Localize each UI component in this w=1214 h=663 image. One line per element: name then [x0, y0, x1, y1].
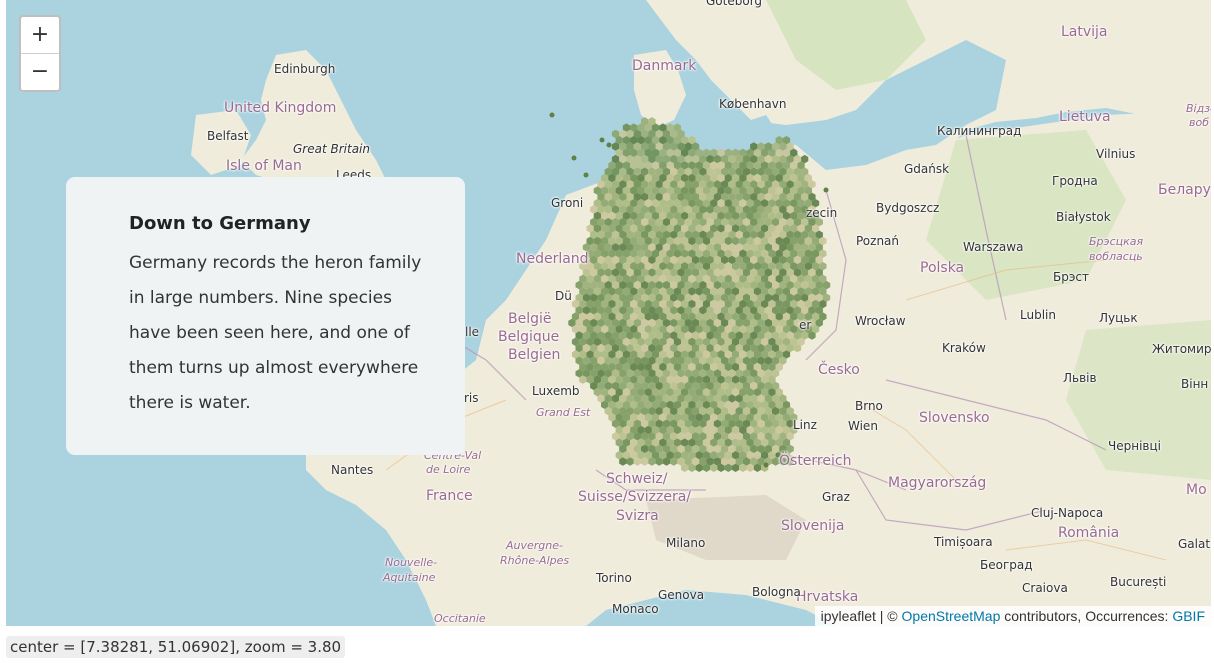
- zoom-in-button[interactable]: +: [21, 17, 59, 53]
- map-label-vob: воб: [1189, 116, 1209, 129]
- map-label-rhone: Rhône-Alpes: [500, 554, 570, 567]
- info-card: Down to Germany Germany records the hero…: [66, 177, 465, 455]
- map-label-dusseldorf: Dü: [555, 289, 572, 303]
- map-label-vilnius: Vilnius: [1096, 147, 1136, 161]
- hex-outlier: [583, 172, 589, 178]
- hex-outlier: [571, 155, 577, 161]
- map-label-beograd: Београд: [980, 558, 1033, 572]
- map-label-galat: Galat: [1178, 537, 1211, 551]
- map-label-zhytomyr: Житомир: [1152, 342, 1211, 356]
- map-label-danmark: Danmark: [632, 58, 697, 74]
- gbif-link[interactable]: GBIF: [1172, 608, 1205, 624]
- map-label-united-kingdom: United Kingdom: [224, 100, 337, 116]
- map-label-suisse: Suisse/Svizzera/: [578, 489, 691, 505]
- map-label-great-britain: Great Britain: [293, 142, 370, 156]
- map-label-nouvelle: Nouvelle-: [385, 556, 438, 569]
- attribution: ipyleaflet | © OpenStreetMap contributor…: [814, 606, 1211, 626]
- map-label-timisoara: Timișoara: [934, 535, 993, 549]
- map-label-polska: Polska: [920, 260, 965, 276]
- map-label-berlin-area: er: [799, 318, 812, 332]
- map-label-bialystok: Białystok: [1056, 210, 1111, 224]
- map-label-craiova: Craiova: [1022, 581, 1068, 595]
- map-view[interactable]: Göteborg Latvija Edinburgh Danmark Unite…: [6, 0, 1211, 626]
- map-label-cesko: Česko: [818, 362, 860, 378]
- map-label-grand-est: Grand Est: [536, 406, 591, 419]
- map-label-bydgoszcz: Bydgoszcz: [876, 201, 940, 215]
- hex-outlier: [763, 462, 769, 468]
- map-label-nederland: Nederland: [516, 251, 589, 267]
- map-label-romania: România: [1058, 525, 1120, 541]
- map-label-kaliningrad: Калининград: [937, 124, 1022, 138]
- info-card-title: Down to Germany: [129, 213, 311, 234]
- map-label-brest: Брэст: [1053, 270, 1090, 284]
- map-label-lille: lle: [465, 325, 480, 339]
- map-label-lublin: Lublin: [1020, 308, 1056, 322]
- attribution-middle: contributors, Occurrences:: [1000, 608, 1173, 624]
- map-label-svizra: Svizra: [616, 508, 659, 524]
- zoom-out-button[interactable]: −: [21, 53, 59, 90]
- map-label-genova: Genova: [658, 588, 705, 602]
- map-label-hrvatska: Hrvatska: [796, 589, 859, 605]
- map-label-voblasc: вобласць: [1089, 250, 1143, 263]
- map-label-osterreich: Österreich: [779, 453, 852, 469]
- map-label-linz: Linz: [793, 418, 817, 432]
- map-label-belarus: Белару: [1158, 182, 1211, 198]
- map-label-auvergne: Auvergne-: [506, 539, 563, 552]
- hex-outlier: [606, 142, 612, 148]
- map-label-bucuresti: București: [1110, 575, 1167, 589]
- map-label-szczecin: zecin: [806, 206, 838, 220]
- map-label-vinn: Вінн: [1181, 377, 1209, 391]
- map-label-wien: Wien: [848, 419, 878, 433]
- map-label-slovenija: Slovenija: [781, 518, 845, 534]
- map-label-kobenhavn: København: [719, 97, 787, 111]
- map-label-torino: Torino: [596, 571, 632, 585]
- map-label-mo: Mo: [1186, 482, 1207, 498]
- map-label-groningen: Groni: [551, 196, 584, 210]
- map-label-latvija: Latvija: [1061, 24, 1108, 40]
- map-label-goteborg: Göteborg: [706, 0, 763, 8]
- map-label-chernivtsi: Чернівці: [1108, 439, 1161, 453]
- info-card-body: Germany records the heron family in larg…: [129, 253, 422, 413]
- map-label-de-loire: de Loire: [426, 463, 471, 476]
- map-label-gdansk: Gdańsk: [904, 162, 950, 176]
- map-label-poznan: Poznań: [856, 234, 900, 248]
- map-label-wroclaw: Wrocław: [855, 314, 906, 328]
- map-label-magyarorszag: Magyarország: [888, 475, 987, 491]
- map-label-milano: Milano: [666, 536, 706, 550]
- map-label-lviv: Львів: [1063, 371, 1097, 385]
- map-label-france: France: [426, 488, 473, 504]
- map-label-aquitaine: Aquitaine: [383, 571, 436, 584]
- map-label-edinburgh: Edinburgh: [274, 62, 336, 76]
- map-label-slovensko: Slovensko: [919, 410, 990, 426]
- map-label-monaco: Monaco: [612, 602, 659, 616]
- map-label-isle-of-man: Isle of Man: [226, 158, 302, 174]
- map-label-grodna: Гродна: [1052, 174, 1098, 188]
- openstreetmap-link[interactable]: OpenStreetMap: [902, 608, 1001, 624]
- map-label-luxemb: Luxemb: [532, 384, 580, 398]
- hex-outlier: [823, 187, 829, 193]
- map-label-nantes: Nantes: [331, 463, 374, 477]
- hex-outlier: [549, 112, 555, 118]
- map-label-belgique: Belgique: [498, 329, 560, 345]
- zoom-control: + −: [19, 15, 61, 92]
- map-label-lutsk: Луцьк: [1099, 311, 1138, 325]
- map-label-belfast: Belfast: [207, 129, 249, 143]
- map-label-bologna: Bologna: [752, 585, 801, 599]
- map-label-schweiz: Schweiz/: [606, 471, 668, 487]
- map-label-krakow: Kraków: [942, 341, 986, 355]
- hex-outlier: [599, 137, 605, 143]
- map-label-brno: Brno: [855, 399, 883, 413]
- map-label-occitanie: Occitanie: [434, 612, 486, 625]
- map-label-belgie: België: [508, 311, 552, 327]
- map-label-warszawa: Warszawa: [963, 240, 1024, 254]
- map-label-paris: ris: [464, 391, 479, 405]
- attribution-prefix: ipyleaflet | ©: [820, 608, 902, 624]
- map-label-brest-region: Брэсцкая: [1089, 235, 1144, 248]
- map-label-cluj: Cluj-Napoca: [1031, 506, 1104, 520]
- map-label-belgien: Belgien: [508, 347, 561, 363]
- map-status-readout: center = [7.38281, 51.06902], zoom = 3.8…: [6, 636, 346, 658]
- map-label-lietuva: Lietuva: [1059, 109, 1111, 125]
- map-label-graz: Graz: [822, 490, 850, 504]
- map-label-vidzeme: Відзе: [1186, 102, 1211, 115]
